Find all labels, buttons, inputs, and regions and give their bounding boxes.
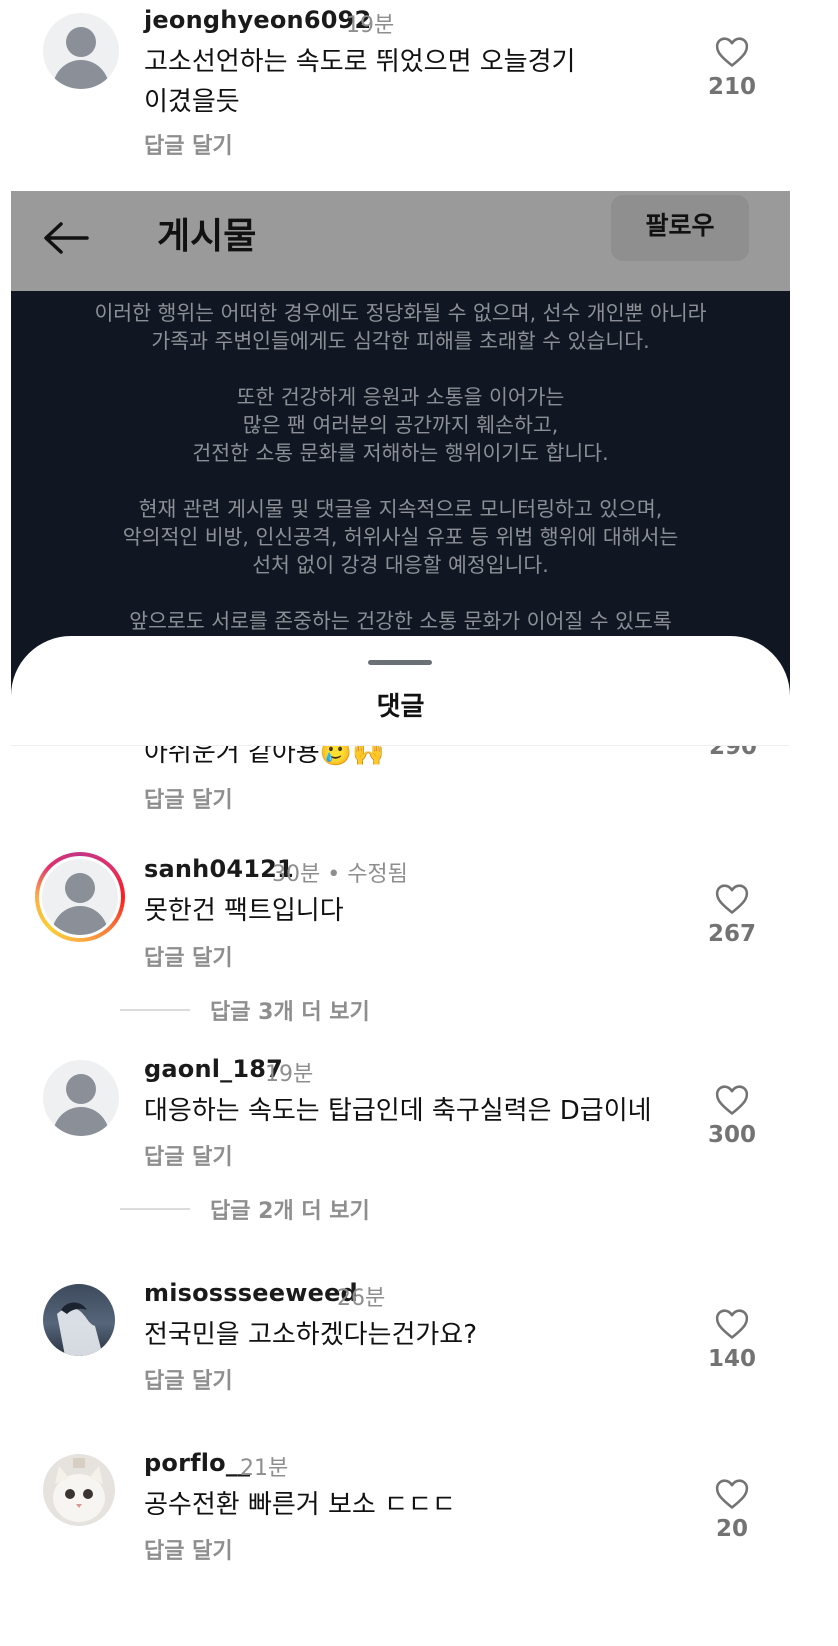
view-more-replies[interactable]: 답글 3개 더 보기 <box>120 994 370 1026</box>
avatar-head-shape <box>66 1074 96 1104</box>
like-count: 140 <box>707 1346 756 1372</box>
follow-button[interactable]: 팔로우 <box>611 195 749 261</box>
avatar-body-shape <box>53 1107 109 1136</box>
like-control[interactable]: 210 <box>692 36 772 100</box>
avatar[interactable] <box>42 859 118 935</box>
page-title: 게시물 <box>157 216 257 257</box>
like-control[interactable]: 267 <box>692 883 772 947</box>
reply-button[interactable]: 답글 달기 <box>144 1363 233 1395</box>
reply-button[interactable]: 답글 달기 <box>144 782 233 814</box>
heart-icon[interactable] <box>715 36 749 68</box>
comment-text: 대응하는 속도는 탑급인데 축구실력은 D급이네 <box>144 1096 652 1126</box>
comment-text: 전국민을 고소하겠다는건가요? <box>144 1320 478 1350</box>
comment-time: 19분 <box>265 1062 314 1087</box>
like-count: 20 <box>715 1516 748 1542</box>
heart-icon[interactable] <box>715 1308 749 1340</box>
post-text-line <box>11 355 790 383</box>
view-more-replies[interactable]: 답글 2개 더 보기 <box>120 1193 370 1225</box>
comment-username[interactable]: jeonghyeon6092 <box>144 6 371 34</box>
avatar-body-shape <box>53 60 109 89</box>
like-control[interactable]: 20 <box>692 1478 772 1542</box>
view-more-replies-label[interactable]: 답글 3개 더 보기 <box>210 994 370 1026</box>
comment-time: 26분 <box>337 1286 386 1311</box>
comment-text-line2: 이겼을듯 <box>144 87 240 117</box>
avatar-head-shape <box>66 27 96 57</box>
post-text-line: 이러한 행위는 어떠한 경우에도 정당화될 수 없으며, 선수 개인뿐 아니라 <box>94 301 707 325</box>
like-control[interactable]: 140 <box>692 1308 772 1372</box>
post-header: 게시물 팔로우 <box>11 191 790 291</box>
story-ring[interactable] <box>35 852 125 942</box>
avatar[interactable] <box>43 1454 115 1526</box>
avatar[interactable] <box>43 13 119 89</box>
view-more-replies-label[interactable]: 답글 2개 더 보기 <box>210 1193 370 1225</box>
comment-username[interactable]: misossseeweed <box>144 1279 358 1307</box>
avatar-head-shape <box>65 873 95 903</box>
drag-handle[interactable] <box>368 660 432 665</box>
like-count: 210 <box>707 74 756 100</box>
avatar[interactable] <box>43 1284 115 1356</box>
post-text-line: 많은 팬 여러분의 공간까지 훼손하고, <box>242 413 559 437</box>
comment-time: 21분 <box>240 1456 289 1481</box>
comment-username[interactable]: porflo__ <box>144 1449 250 1477</box>
cat-avatar-photo <box>53 1458 105 1522</box>
reply-button[interactable]: 답글 달기 <box>144 128 233 160</box>
avatar-photo <box>57 1302 103 1356</box>
replies-divider-line <box>120 1009 190 1011</box>
reply-button[interactable]: 답글 달기 <box>144 1533 233 1565</box>
reply-button[interactable]: 답글 달기 <box>144 940 233 972</box>
post-text-line <box>11 467 790 495</box>
replies-divider-line <box>120 1208 190 1210</box>
heart-icon[interactable] <box>715 1084 749 1116</box>
heart-icon[interactable] <box>715 1478 749 1510</box>
partial-comment-text: 아쉬운거 같아용🥲🙌 <box>144 746 385 768</box>
post-text-line: 악의적인 비방, 인신공격, 허위사실 유포 등 위법 행위에 대해서는 <box>122 525 679 549</box>
post-text-line: 또한 건강하게 응원과 소통을 이어가는 <box>236 385 565 409</box>
back-arrow-icon[interactable] <box>41 218 91 258</box>
post-text-line: 가족과 주변인들에게도 심각한 피해를 초래할 수 있습니다. <box>151 329 650 353</box>
post-text-line <box>11 579 790 607</box>
like-count: 300 <box>707 1122 756 1148</box>
post-text-line: 현재 관련 게시물 및 댓글을 지속적으로 모니터링하고 있으며, <box>138 497 663 521</box>
post-text: 이러한 행위는 어떠한 경우에도 정당화될 수 없으며, 선수 개인뿐 아니라가… <box>11 299 790 635</box>
partial-like-count: 290 <box>708 746 757 760</box>
like-control[interactable]: 300 <box>692 1084 772 1148</box>
comment-time: 19분 <box>346 13 395 38</box>
avatar[interactable] <box>43 1060 119 1136</box>
reply-button[interactable]: 답글 달기 <box>144 1139 233 1171</box>
sheet-title: 댓글 <box>376 692 425 722</box>
comment-time: 30분 • 수정됨 <box>272 862 408 887</box>
comment-text: 못한건 팩트입니다 <box>144 896 344 926</box>
heart-icon[interactable] <box>715 883 749 915</box>
comment-text: 공수전환 빠른거 보소 ㄷㄷㄷ <box>144 1490 456 1520</box>
post-text-line: 건전한 소통 문화를 저해하는 행위이기도 합니다. <box>192 441 609 465</box>
partial-comment: 아쉬운거 같아용🥲🙌 290 <box>11 746 790 790</box>
post-text-line: 선처 없이 강경 대응할 예정입니다. <box>252 553 549 577</box>
post-text-line: 앞으로도 서로를 존중하는 건강한 소통 문화가 이어질 수 있도록 <box>129 609 672 633</box>
like-count: 267 <box>707 921 756 947</box>
avatar-body-shape <box>52 906 108 935</box>
comment-text-line1: 고소선언하는 속도로 뛰었으면 오늘경기 <box>144 47 576 77</box>
comment-username[interactable]: gaonl_187 <box>144 1055 283 1083</box>
